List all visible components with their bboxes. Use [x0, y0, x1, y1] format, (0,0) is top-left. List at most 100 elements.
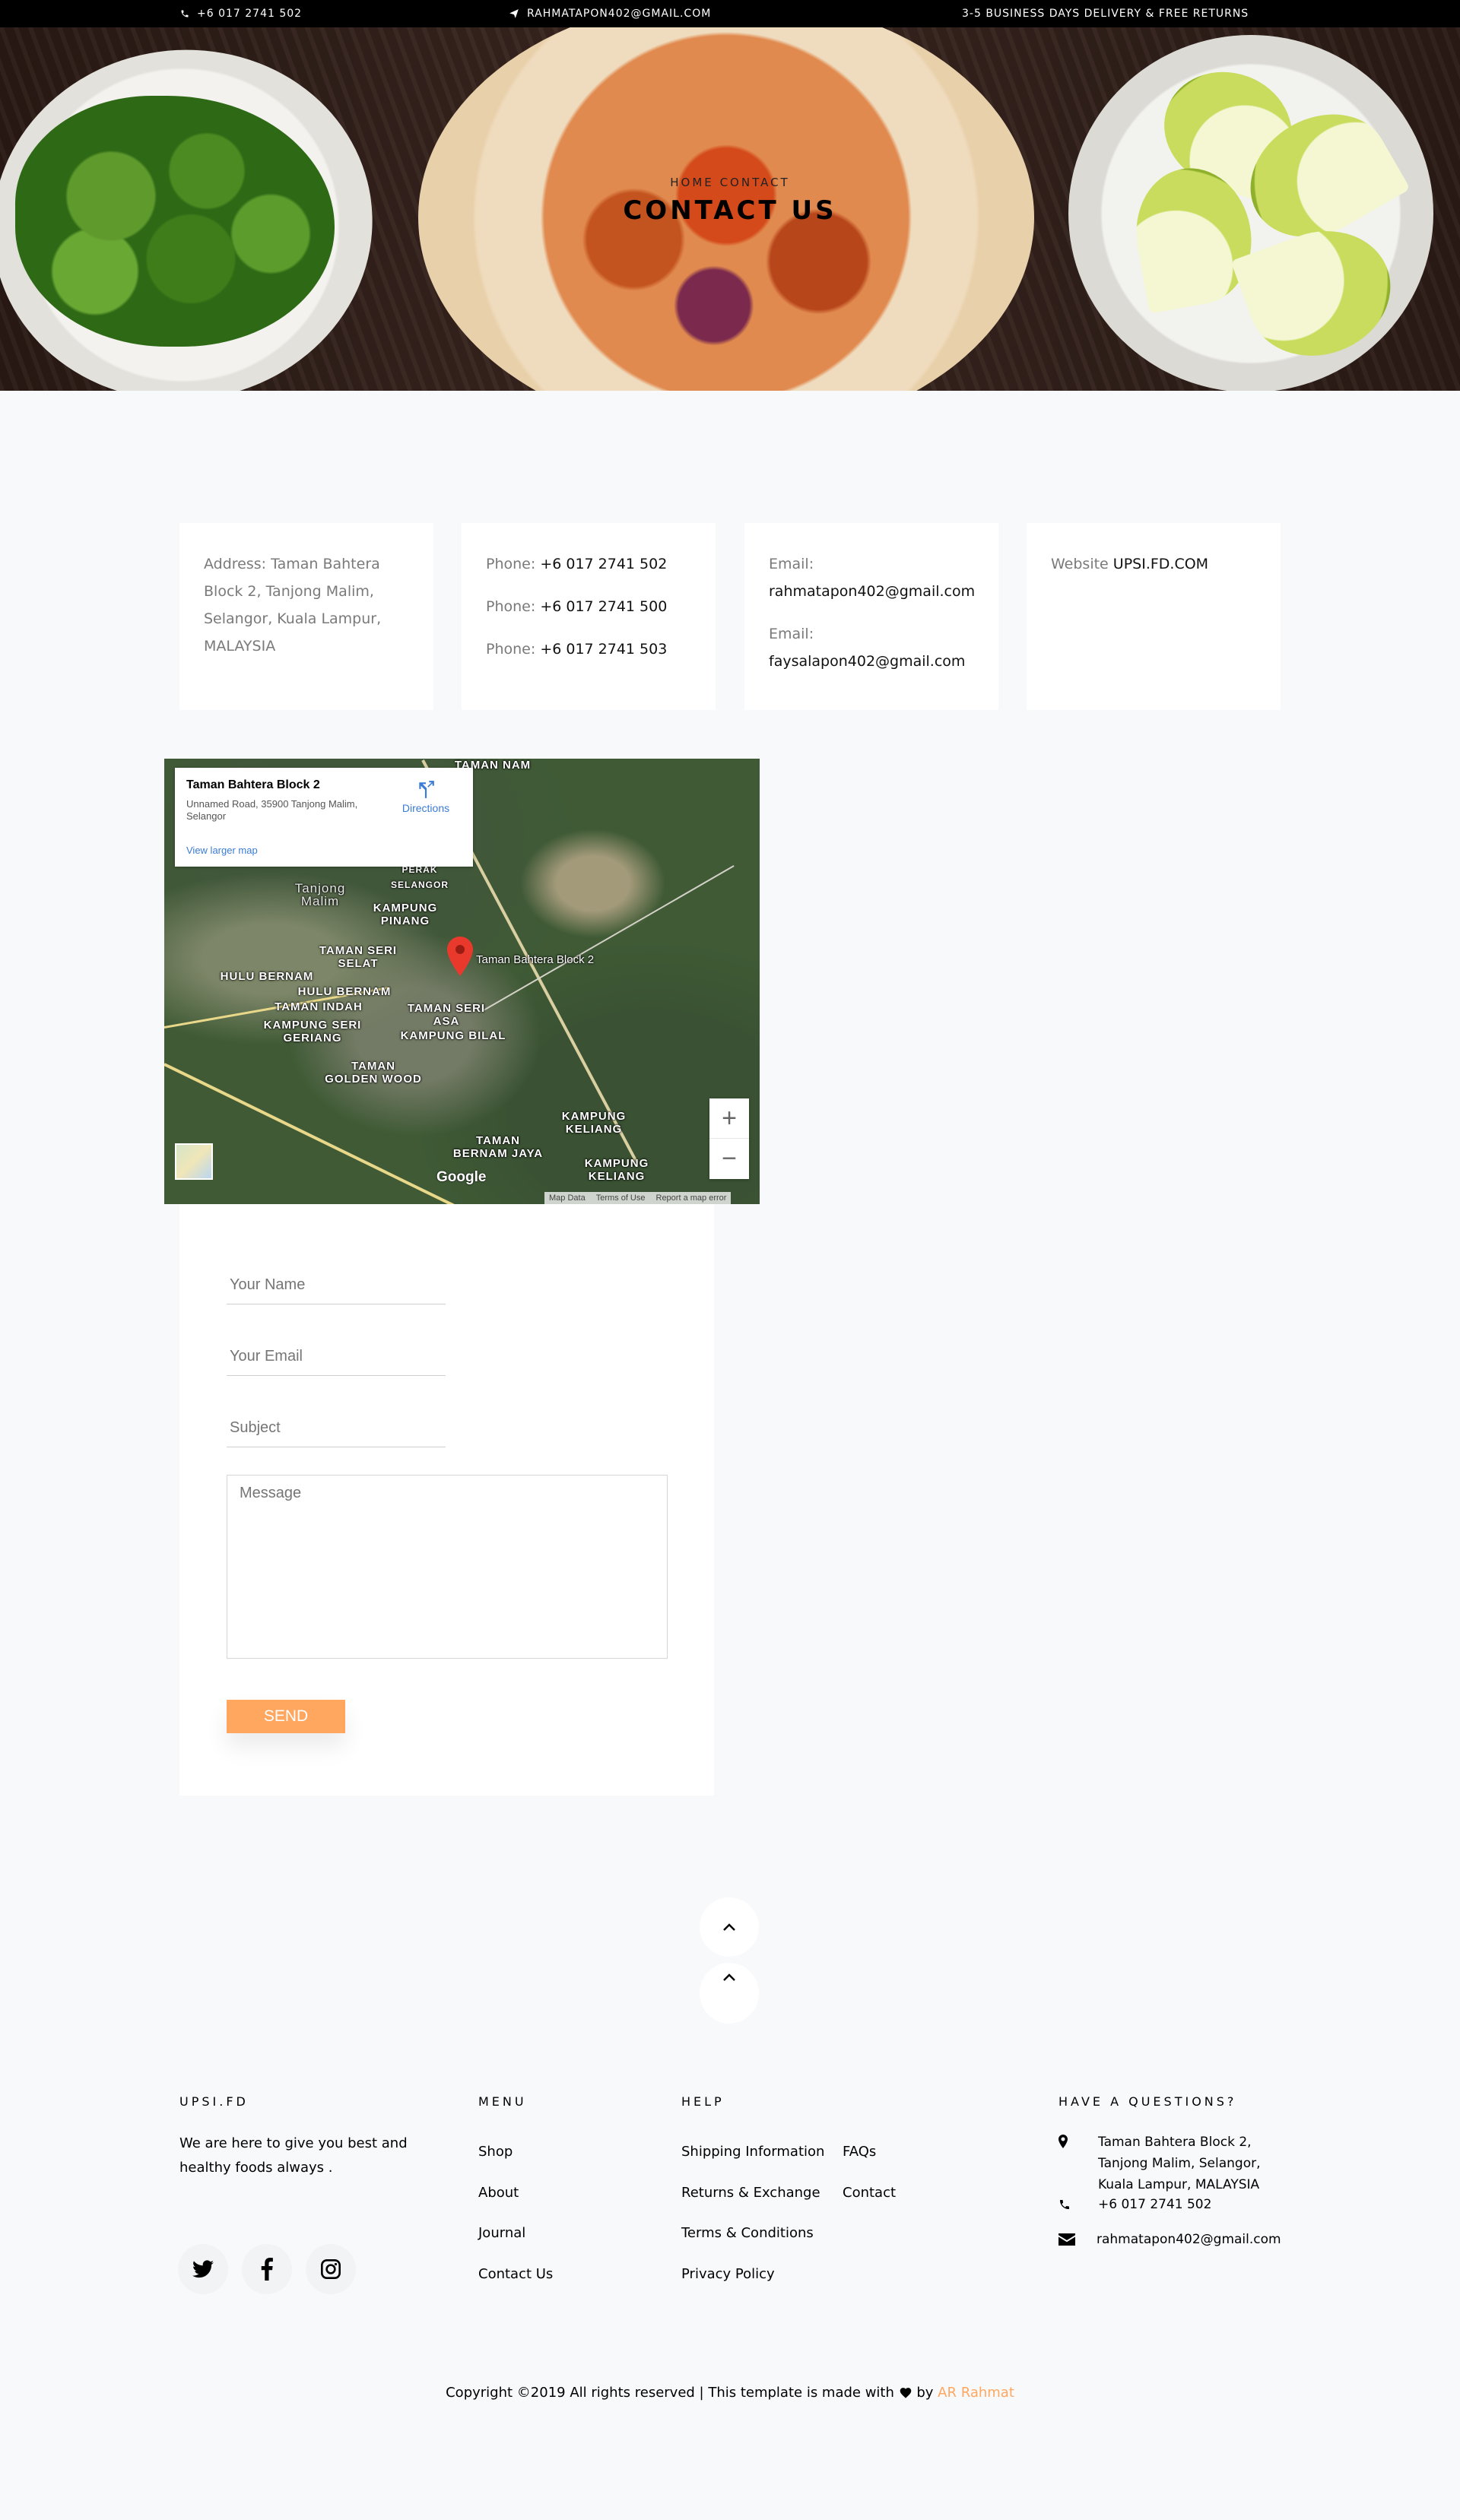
footer-menu-heading: MENU [478, 2094, 527, 2109]
map-area-label: KAMPUNG BILAL [400, 1029, 506, 1042]
breadcrumb-home[interactable]: HOME [670, 176, 714, 189]
directions-button[interactable]: Directions [395, 780, 456, 814]
copyright-author-link[interactable]: AR Rahmat [938, 2385, 1014, 2401]
map-area-label: TAMAN BERNAM JAYA [452, 1134, 544, 1160]
instagram-button[interactable] [306, 2244, 356, 2294]
top-bar: +6 017 2741 502 RAHMATAPON402@GMAIL.COM … [0, 0, 1460, 27]
twitter-icon [192, 2260, 214, 2278]
map-marker-icon [1058, 2135, 1068, 2148]
topbar-email-text[interactable]: RAHMATAPON402@GMAIL.COM [527, 8, 711, 20]
map-area-label: TAMAN SERI SELAT [319, 944, 398, 970]
map-area-label: HULU BERNAM [297, 985, 392, 998]
footer-contact-address: Taman Bahtera Block 2, Tanjong Malim, Se… [1098, 2135, 1261, 2192]
email-value[interactable]: faysalapon402@gmail.com [769, 648, 974, 675]
chevron-up-icon [723, 1973, 735, 1981]
map-zoom-controls: + − [709, 1098, 749, 1179]
map-marker-icon[interactable] [447, 937, 473, 979]
address-label: Address: [204, 556, 267, 572]
phone-card: Phone: +6 017 2741 502 Phone: +6 017 274… [462, 523, 716, 710]
footer-menu-contact-us[interactable]: Contact Us [478, 2266, 553, 2282]
footer-help-returns[interactable]: Returns & Exchange [681, 2185, 820, 2201]
topbar-email[interactable]: RAHMATAPON402@GMAIL.COM [509, 0, 711, 27]
phone-label: Phone: [486, 598, 536, 615]
twitter-button[interactable] [178, 2244, 228, 2294]
phone-value[interactable]: +6 017 2741 502 [540, 556, 667, 572]
phone-value[interactable]: +6 017 2741 503 [540, 641, 667, 658]
phone-icon [181, 10, 189, 17]
map-area-label: TAMAN SERI ASA [407, 1002, 486, 1028]
topbar-phone-text: +6 017 2741 502 [197, 8, 303, 20]
footer-help-shipping[interactable]: Shipping Information [681, 2144, 824, 2160]
directions-icon [419, 781, 434, 798]
chevron-up-icon [723, 1923, 735, 1931]
email-label: Email: [769, 556, 814, 572]
message-textarea[interactable] [227, 1475, 668, 1659]
terms-of-use-link[interactable]: Terms of Use [596, 1193, 646, 1203]
phone-label: Phone: [486, 641, 536, 658]
contact-form: SEND [179, 1204, 714, 1796]
email-input[interactable] [227, 1338, 446, 1376]
scroll-top-button[interactable] [700, 1963, 759, 2024]
breadcrumb: HOME CONTACT [0, 176, 1460, 189]
topbar-delivery-text: 3-5 BUSINESS DAYS DELIVERY & FREE RETURN… [962, 8, 1249, 20]
map-area-label: TAMAN GOLDEN WOOD [325, 1060, 422, 1086]
page-title: CONTACT US [623, 195, 837, 226]
envelope-icon [1058, 2233, 1075, 2246]
copyright-by: by [916, 2385, 934, 2401]
footer-menu-journal[interactable]: Journal [478, 2225, 525, 2241]
map-road [483, 865, 735, 1011]
map-data-link[interactable]: Map Data [549, 1193, 586, 1203]
footer-brand-heading: UPSI.FD [179, 2094, 249, 2109]
phone-icon [1060, 2200, 1069, 2209]
map-area-label: SELANGOR [390, 880, 449, 890]
report-map-error-link[interactable]: Report a map error [656, 1193, 727, 1203]
map-area-label: KAMPUNG KELIANG [561, 1110, 627, 1136]
hero-banner: HOME CONTACT CONTACT US [0, 27, 1460, 391]
copyright: Copyright ©2019 All rights reserved | Th… [0, 2385, 1460, 2401]
topbar-phone: +6 017 2741 502 [180, 0, 302, 27]
footer-contact-phone[interactable]: +6 017 2741 502 [1098, 2192, 1211, 2217]
send-button[interactable]: SEND [227, 1700, 345, 1733]
phone-label: Phone: [486, 556, 536, 572]
email-card: Email: rahmatapon402@gmail.com Email: fa… [744, 523, 998, 710]
website-value[interactable]: UPSI.FD.COM [1113, 556, 1208, 572]
zoom-out-button[interactable]: − [709, 1139, 749, 1179]
facebook-button[interactable] [242, 2244, 292, 2294]
map-type-toggle[interactable] [175, 1143, 213, 1180]
map-pin-label: Taman Bahtera Block 2 [476, 953, 595, 966]
footer-brand-text: We are here to give you best and healthy… [179, 2135, 408, 2176]
footer-help-contact[interactable]: Contact [843, 2185, 896, 2201]
email-label: Email: [769, 626, 814, 642]
footer-contact-email[interactable]: rahmatapon402@gmail.com [1097, 2227, 1281, 2252]
zoom-in-button[interactable]: + [709, 1098, 749, 1139]
footer-help-faqs[interactable]: FAQs [843, 2144, 876, 2160]
email-value[interactable]: rahmatapon402@gmail.com [769, 578, 975, 605]
map-area-label: HULU BERNAM [220, 970, 314, 983]
footer-help-privacy[interactable]: Privacy Policy [681, 2266, 775, 2282]
subject-input[interactable] [227, 1409, 446, 1447]
phone-value[interactable]: +6 017 2741 500 [540, 598, 667, 615]
map-place-address: Unnamed Road, 35900 Tanjong Malim, Selan… [186, 798, 358, 822]
map-area-label: KAMPUNG KELIANG [584, 1157, 649, 1183]
map-area-label: TAMAN INDAH [275, 1000, 363, 1013]
name-input[interactable] [227, 1266, 446, 1304]
scroll-top-button[interactable] [700, 1897, 759, 1957]
footer-help-heading: HELP [681, 2094, 725, 2109]
facebook-icon [261, 2258, 273, 2281]
copyright-text: Copyright ©2019 All rights reserved | Th… [446, 2385, 894, 2401]
paper-plane-icon [509, 9, 519, 18]
map-area-label: KAMPUNG PINANG [373, 902, 438, 927]
instagram-icon [321, 2259, 341, 2279]
topbar-delivery: 3-5 BUSINESS DAYS DELIVERY & FREE RETURN… [962, 0, 1249, 27]
map-area-label: KAMPUNG SERI GERIANG [263, 1019, 362, 1044]
map-attribution: Map Data Terms of Use Report a map error [544, 1192, 732, 1204]
google-logo: Google [436, 1169, 487, 1185]
google-map[interactable]: TAMAN NAM PERAK SELANGOR Tanjong Malim K… [164, 759, 760, 1204]
footer-menu-shop[interactable]: Shop [478, 2144, 513, 2160]
footer-help-terms[interactable]: Terms & Conditions [681, 2225, 814, 2241]
view-larger-map-link[interactable]: View larger map [186, 845, 258, 856]
footer-menu-about[interactable]: About [478, 2185, 519, 2201]
directions-label: Directions [402, 802, 450, 814]
website-label: Website [1051, 556, 1109, 572]
website-card: Website UPSI.FD.COM [1027, 523, 1281, 710]
